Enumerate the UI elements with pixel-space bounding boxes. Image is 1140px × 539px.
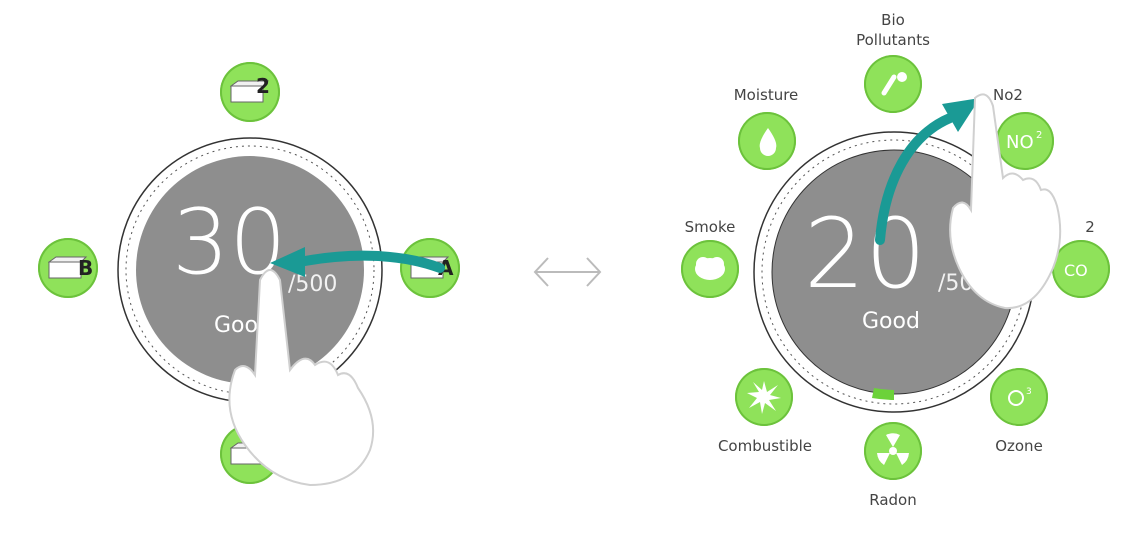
double-arrow-icon	[533, 257, 602, 287]
svg-text:CO: CO	[1064, 261, 1088, 280]
water-drop-icon	[759, 128, 777, 156]
co2-icon: CO	[1064, 261, 1088, 280]
radiation-icon	[877, 433, 909, 465]
ozone-icon: 3	[1008, 387, 1032, 406]
radon-node[interactable]	[864, 422, 922, 480]
combustible-label: Combustible	[717, 437, 813, 455]
combustible-node[interactable]	[735, 368, 793, 426]
smoke-node[interactable]	[681, 240, 739, 298]
svg-text:3: 3	[1026, 387, 1032, 397]
device-b-node[interactable]: B	[38, 238, 98, 298]
smoke-cloud-icon	[695, 257, 725, 280]
right-dial-status: Good	[862, 309, 920, 334]
device-b-label: B	[78, 256, 94, 280]
smoke-label: Smoke	[684, 218, 736, 236]
bio-pollutants-label: Bio Pollutants	[856, 11, 930, 49]
co2-label: 2	[1085, 218, 1095, 236]
device-2-node[interactable]: 2	[220, 62, 280, 122]
moisture-label: Moisture	[733, 86, 799, 104]
ozone-node[interactable]: 3	[990, 368, 1048, 426]
hand-pointer-icon	[228, 269, 375, 487]
moisture-node[interactable]	[738, 112, 796, 170]
device-2-label: 2	[256, 74, 270, 98]
ozone-label: Ozone	[995, 437, 1043, 455]
combustible-burst-icon	[747, 381, 781, 414]
radon-label: Radon	[869, 491, 917, 509]
hand-pointer-icon	[949, 93, 1062, 310]
